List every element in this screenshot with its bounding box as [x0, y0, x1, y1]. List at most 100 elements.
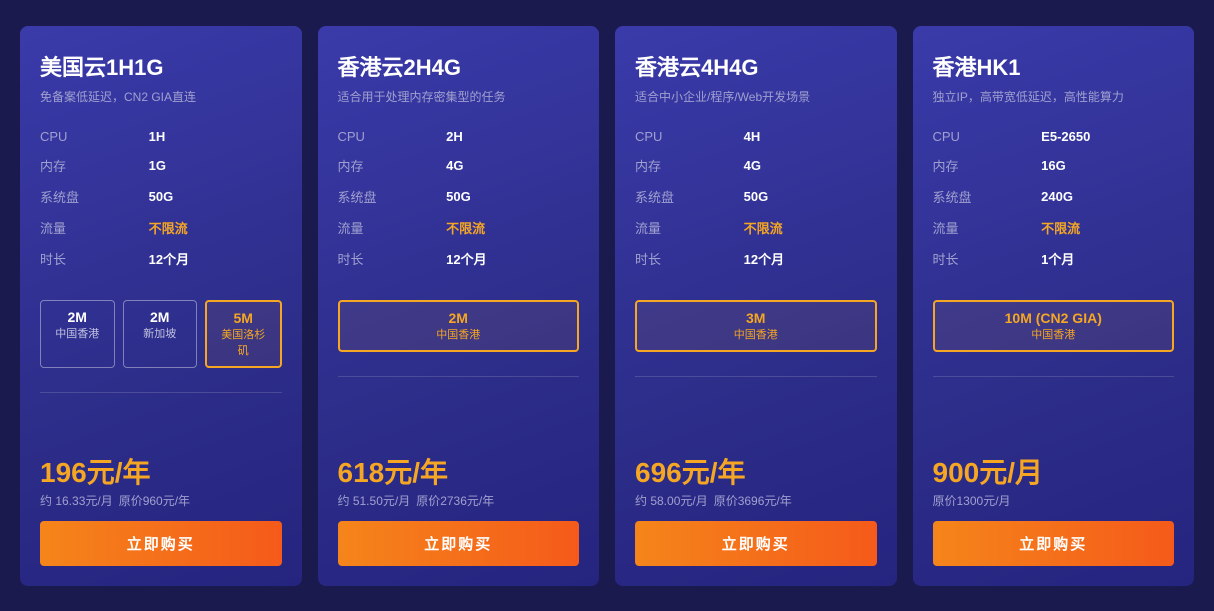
price-sub1: 约 58.00元/月: [635, 494, 708, 508]
card-subtitle: 适合用于处理内存密集型的任务: [338, 88, 580, 105]
price-sub1: 约 16.33元/月: [40, 494, 113, 508]
card-title: 香港HK1: [933, 50, 1175, 82]
bw-region: 中国香港: [53, 325, 102, 341]
bw-speed: 5M: [219, 310, 268, 326]
card-1: 香港云2H4G 适合用于处理内存密集型的任务 CPU2H内存4G系统盘50G流量不限…: [318, 26, 600, 586]
spec-row: CPU1H: [40, 123, 282, 150]
price-main: 900元/月: [933, 456, 1175, 490]
spec-value: 4G: [446, 150, 579, 181]
bw-speed: 2M: [53, 309, 102, 325]
spec-row: 内存1G: [40, 150, 282, 181]
spec-value: 16G: [1041, 150, 1174, 181]
price-section: 196元/年约 16.33元/月原价960元/年立即购买: [40, 456, 282, 566]
card-3: 香港HK1 独立IP，高带宽低延迟，高性能算力 CPUE5-2650内存16G系统盘…: [913, 26, 1195, 586]
cards-container: 美国云1H1G免备案低延迟，CN2 GIA直连CPU1H内存1G系统盘50G流量…: [20, 26, 1194, 586]
spec-row: 时长1个月: [933, 243, 1175, 274]
card-0: 美国云1H1G免备案低延迟，CN2 GIA直连CPU1H内存1G系统盘50G流量…: [20, 26, 302, 586]
price-sub2: 原价1300元/月: [933, 494, 1011, 508]
spec-label: 流量: [933, 212, 1042, 243]
spec-value: 12个月: [446, 243, 579, 274]
spec-label: CPU: [635, 123, 744, 150]
spec-label: 内存: [933, 150, 1042, 181]
card-title: 香港云4H4G: [635, 50, 877, 82]
spec-value: 50G: [744, 181, 877, 212]
price-main: 196元/年: [40, 456, 282, 490]
bandwidth-option-0[interactable]: 2M中国香港: [40, 300, 115, 368]
price-sub: 约 16.33元/月原价960元/年: [40, 492, 282, 509]
price-sub2: 原价3696元/年: [714, 494, 792, 508]
spec-label: 时长: [338, 243, 447, 274]
spec-value: 4G: [744, 150, 877, 181]
spec-row: 内存4G: [338, 150, 580, 181]
spec-value: 4H: [744, 123, 877, 150]
bandwidth-option-0[interactable]: 10M (CN2 GIA)中国香港: [933, 300, 1175, 352]
bw-region: 中国香港: [947, 326, 1161, 342]
spec-row: 流量不限流: [40, 212, 282, 243]
spec-label: 时长: [933, 243, 1042, 274]
buy-button[interactable]: 立即购买: [40, 521, 282, 566]
buy-button[interactable]: 立即购买: [933, 521, 1175, 566]
bw-speed: 2M: [136, 309, 185, 325]
spec-value: 2H: [446, 123, 579, 150]
spec-label: 流量: [338, 212, 447, 243]
spec-label: 内存: [40, 150, 149, 181]
spec-value: 240G: [1041, 181, 1174, 212]
divider: [635, 376, 877, 377]
specs-table: CPUE5-2650内存16G系统盘240G流量不限流时长1个月: [933, 123, 1175, 274]
specs-table: CPU1H内存1G系统盘50G流量不限流时长12个月: [40, 123, 282, 274]
price-sub: 约 51.50元/月原价2736元/年: [338, 492, 580, 509]
divider: [933, 376, 1175, 377]
spec-label: CPU: [338, 123, 447, 150]
spec-value: 1G: [149, 150, 282, 181]
spec-row: 时长12个月: [338, 243, 580, 274]
buy-button[interactable]: 立即购买: [338, 521, 580, 566]
bandwidth-option-1[interactable]: 2M新加坡: [123, 300, 198, 368]
spec-label: 时长: [40, 243, 149, 274]
card-subtitle: 适合中小企业/程序/Web开发场景: [635, 88, 877, 105]
spec-value: 12个月: [744, 243, 877, 274]
spec-label: 系统盘: [338, 181, 447, 212]
buy-button[interactable]: 立即购买: [635, 521, 877, 566]
divider: [338, 376, 580, 377]
spec-row: CPU2H: [338, 123, 580, 150]
spec-label: CPU: [933, 123, 1042, 150]
spec-label: CPU: [40, 123, 149, 150]
spec-label: 内存: [338, 150, 447, 181]
spec-row: CPUE5-2650: [933, 123, 1175, 150]
price-section: 900元/月原价1300元/月立即购买: [933, 456, 1175, 566]
spec-value: 50G: [446, 181, 579, 212]
card-title: 香港云2H4G: [338, 50, 580, 82]
price-sub: 约 58.00元/月原价3696元/年: [635, 492, 877, 509]
spec-value: 不限流: [149, 212, 282, 243]
spec-value: 50G: [149, 181, 282, 212]
bandwidth-option-0[interactable]: 3M中国香港: [635, 300, 877, 352]
specs-table: CPU4H内存4G系统盘50G流量不限流时长12个月: [635, 123, 877, 274]
price-main: 696元/年: [635, 456, 877, 490]
card-subtitle: 独立IP，高带宽低延迟，高性能算力: [933, 88, 1175, 105]
spec-label: 系统盘: [40, 181, 149, 212]
bandwidth-option-0[interactable]: 2M中国香港: [338, 300, 580, 352]
spec-row: CPU4H: [635, 123, 877, 150]
spec-row: 系统盘50G: [635, 181, 877, 212]
spec-row: 系统盘240G: [933, 181, 1175, 212]
spec-row: 流量不限流: [635, 212, 877, 243]
bw-region: 新加坡: [136, 325, 185, 341]
spec-value: 不限流: [446, 212, 579, 243]
spec-row: 内存4G: [635, 150, 877, 181]
spec-row: 流量不限流: [933, 212, 1175, 243]
bw-speed: 2M: [352, 310, 566, 326]
price-section: 696元/年约 58.00元/月原价3696元/年立即购买: [635, 456, 877, 566]
spec-value: E5-2650: [1041, 123, 1174, 150]
price-sub: 原价1300元/月: [933, 492, 1175, 509]
spec-row: 内存16G: [933, 150, 1175, 181]
divider: [40, 392, 282, 393]
bandwidth-options: 3M中国香港: [635, 300, 877, 352]
card-subtitle: 免备案低延迟，CN2 GIA直连: [40, 88, 282, 105]
bw-region: 中国香港: [352, 326, 566, 342]
price-sub2: 原价2736元/年: [416, 494, 494, 508]
spec-value: 1个月: [1041, 243, 1174, 274]
bw-region: 中国香港: [649, 326, 863, 342]
spec-label: 系统盘: [933, 181, 1042, 212]
spec-label: 系统盘: [635, 181, 744, 212]
bandwidth-option-2[interactable]: 5M美国洛杉矶: [205, 300, 282, 368]
